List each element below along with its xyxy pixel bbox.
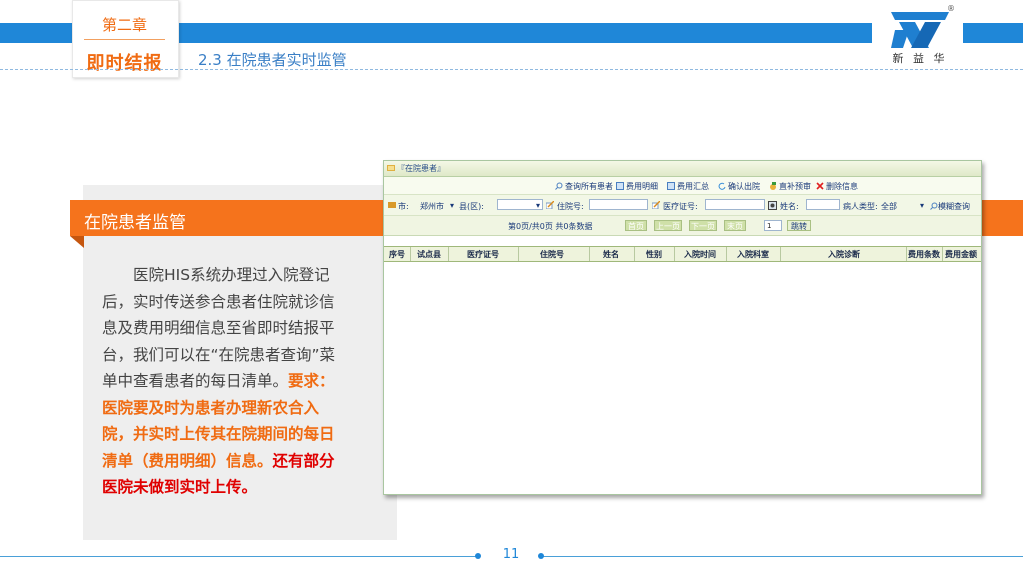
header-bar-far (963, 23, 1023, 43)
col-medical-card[interactable]: 医疗证号 (450, 249, 516, 260)
section-label: 即时结报 (86, 53, 163, 74)
pencil-icon (546, 201, 554, 209)
search-icon (555, 182, 563, 190)
page-number: 11 (502, 547, 520, 562)
footer-dot-left (475, 553, 481, 559)
chevron-down-icon[interactable]: ▾ (450, 201, 454, 210)
direct-review-button[interactable]: 直补预审 (769, 181, 811, 192)
name-input[interactable] (806, 199, 840, 210)
logo-text: 新 益 华 (892, 52, 948, 65)
refresh-icon (718, 182, 726, 190)
col-admit-dept[interactable]: 入院科室 (728, 249, 778, 260)
window-tab-bar: 『在院患者』 (384, 161, 981, 177)
col-county[interactable]: 试点县 (412, 249, 446, 260)
card-reader-icon[interactable] (768, 201, 777, 210)
medical-card-label: 医疗证号: (663, 202, 698, 211)
pencil-icon (652, 201, 660, 209)
inpatient-no-input[interactable] (589, 199, 648, 210)
toolbar: 查询所有患者 费用明细 费用汇总 确认出院 直补预审 删除信息 (384, 177, 981, 195)
name-label: 姓名: (780, 202, 799, 211)
city-label: 市: (398, 202, 409, 211)
fee-summary-button[interactable]: 费用汇总 (667, 181, 709, 192)
col-admit-diagnosis[interactable]: 入院诊断 (782, 249, 906, 260)
header-dotted-divider (0, 69, 1023, 70)
fuzzy-search-button[interactable]: 模糊查询 (930, 201, 970, 212)
panel-body: 医院HIS系统办理过入院登记后，实时传送参合患者住院就诊信息及费用明细信息至省即… (102, 262, 342, 501)
go-to-page-button[interactable]: 跳转 (787, 220, 811, 231)
first-page-button[interactable]: 首页 (625, 220, 647, 231)
inpatient-query-window: 『在院患者』 查询所有患者 费用明细 费用汇总 确认出院 直补预审 删除信息 市… (383, 160, 982, 495)
chapter-divider (84, 39, 165, 40)
filter-bar: 市: 郑州市 ▾ 县(区): ▾ 住院号: 医疗证号: 姓名: 病人类型: 全部… (384, 195, 981, 216)
fee-detail-button[interactable]: 费用明细 (616, 181, 658, 192)
delete-info-button[interactable]: 删除信息 (816, 181, 858, 192)
chevron-down-icon[interactable]: ▾ (536, 201, 540, 210)
band-fold (70, 236, 84, 248)
chevron-down-icon[interactable]: ▾ (920, 201, 924, 210)
document-icon (616, 182, 624, 190)
pager-bar: 第0页/共0页 共0条数据 首页 上一页 下一页 末页 1 跳转 (384, 216, 981, 236)
footer-dot-right (538, 553, 544, 559)
last-page-button[interactable]: 末页 (724, 220, 746, 231)
col-gender[interactable]: 性别 (636, 249, 672, 260)
table-header: 序号 试点县 医疗证号 住院号 姓名 性别 入院时间 入院科室 入院诊断 费用条… (384, 246, 981, 262)
search-icon (930, 202, 938, 210)
chapter-label: 第二章 (101, 16, 147, 34)
city-select[interactable]: 郑州市 (420, 201, 444, 212)
logo-mark-icon (891, 12, 949, 48)
col-admit-time[interactable]: 入院时间 (676, 249, 724, 260)
query-all-button[interactable]: 查询所有患者 (555, 181, 613, 192)
pager-info: 第0页/共0页 共0条数据 (508, 222, 593, 231)
footer-line-left (0, 556, 478, 557)
footer-line-right (541, 556, 1023, 557)
col-index[interactable]: 序号 (386, 249, 408, 260)
inpatient-no-label: 住院号: (557, 202, 584, 211)
col-fee-amount[interactable]: 费用金额 (943, 249, 979, 260)
registered-mark: ® (947, 4, 955, 13)
patient-type-select[interactable]: 全部 (881, 201, 897, 212)
page-number-input[interactable]: 1 (764, 220, 782, 231)
city-icon (388, 202, 396, 208)
county-label: 县(区): (459, 202, 484, 211)
medical-card-input[interactable] (705, 199, 765, 210)
col-name[interactable]: 姓名 (591, 249, 631, 260)
money-icon (770, 182, 776, 190)
section-title: 2.3 在院患者实时监管 (198, 51, 347, 69)
tab-icon (387, 165, 395, 171)
tab-inpatient[interactable]: 『在院患者』 (397, 163, 445, 174)
header-bar-left (0, 23, 72, 43)
document-icon (667, 182, 675, 190)
confirm-discharge-button[interactable]: 确认出院 (718, 181, 760, 192)
col-inpatient-no[interactable]: 住院号 (520, 249, 584, 260)
delete-icon (816, 182, 824, 190)
patient-type-label: 病人类型: (843, 202, 878, 211)
next-page-button[interactable]: 下一页 (689, 220, 717, 231)
panel-title: 在院患者监管 (84, 213, 186, 233)
header-bar-right (177, 23, 872, 43)
prev-page-button[interactable]: 上一页 (654, 220, 682, 231)
col-fee-count[interactable]: 费用条数 (907, 249, 941, 260)
title-band-right (980, 200, 1023, 236)
